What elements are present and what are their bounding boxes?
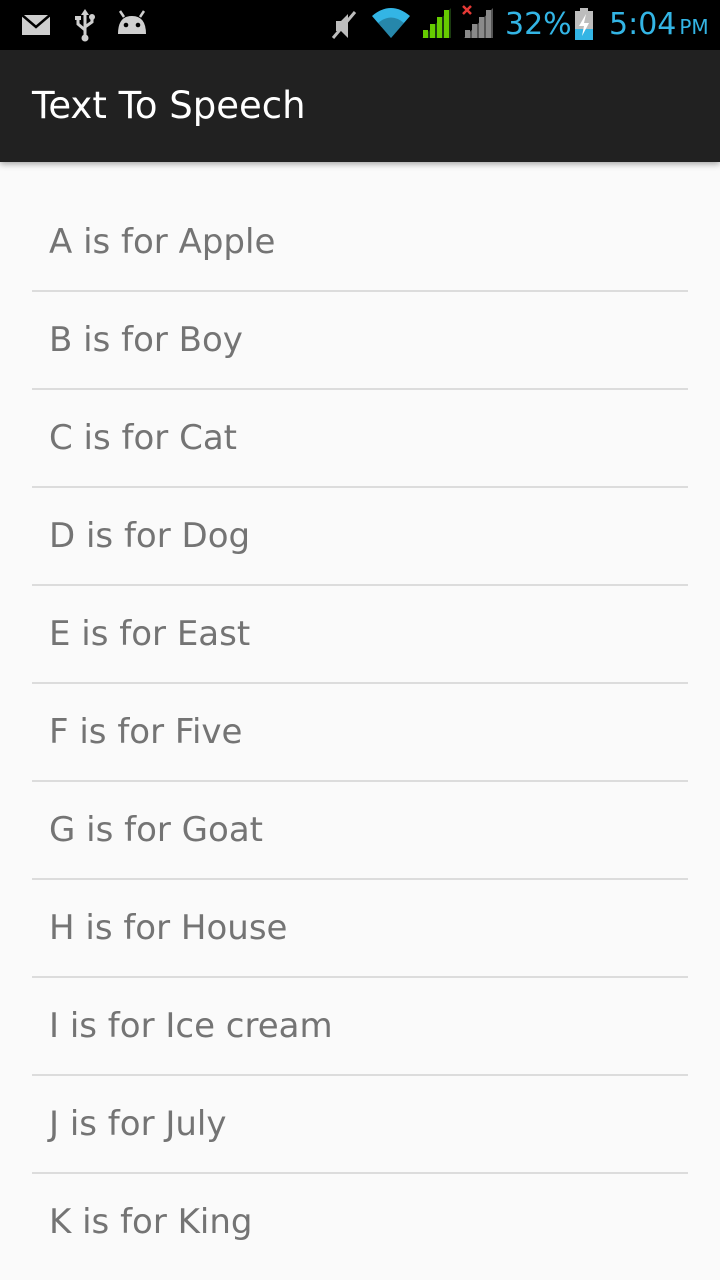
list-item[interactable]: I is for Ice cream <box>32 978 688 1076</box>
android-debug-icon <box>118 10 146 34</box>
usb-icon <box>75 9 95 42</box>
list-item-label: A is for Apple <box>49 222 276 262</box>
list-item-label: J is for July <box>49 1104 227 1144</box>
list-item-label: E is for East <box>49 614 251 654</box>
list-item[interactable]: C is for Cat <box>32 390 688 488</box>
battery-percent: 32% <box>505 7 572 42</box>
list-item-label: F is for Five <box>49 712 243 752</box>
list-item[interactable]: H is for House <box>32 880 688 978</box>
list-item[interactable]: F is for Five <box>32 684 688 782</box>
battery-charging-icon <box>575 8 593 40</box>
signal-icon <box>422 8 451 38</box>
list-item-label: I is for Ice cream <box>49 1006 333 1046</box>
gmail-icon <box>21 14 51 35</box>
list-item-label: B is for Boy <box>49 320 243 360</box>
list-item-label: D is for Dog <box>49 516 251 556</box>
list-item-label: G is for Goat <box>49 810 263 850</box>
app-title: Text To Speech <box>32 84 306 127</box>
list-item[interactable]: D is for Dog <box>32 488 688 586</box>
action-bar: Text To Speech <box>0 50 720 162</box>
list-item[interactable]: A is for Apple <box>32 194 688 292</box>
list-item[interactable]: B is for Boy <box>32 292 688 390</box>
status-bar: 32% 5:04 PM <box>0 0 720 50</box>
wifi-icon <box>372 8 410 38</box>
word-list[interactable]: A is for Apple B is for Boy C is for Cat D … <box>0 162 720 1280</box>
signal-no-sim-icon <box>462 5 493 38</box>
list-item[interactable]: G is for Goat <box>32 782 688 880</box>
clock-time: 5:04 <box>609 7 677 42</box>
list-item[interactable]: K is for King <box>32 1174 688 1272</box>
list-item-label: H is for House <box>49 908 288 948</box>
list-item-label: C is for Cat <box>49 418 237 458</box>
mute-icon <box>331 11 357 39</box>
list-item-label: K is for King <box>49 1202 253 1242</box>
clock: 5:04 PM <box>609 5 709 47</box>
clock-ampm: PM <box>679 15 709 39</box>
list-item[interactable]: E is for East <box>32 586 688 684</box>
list-item[interactable]: J is for July <box>32 1076 688 1174</box>
